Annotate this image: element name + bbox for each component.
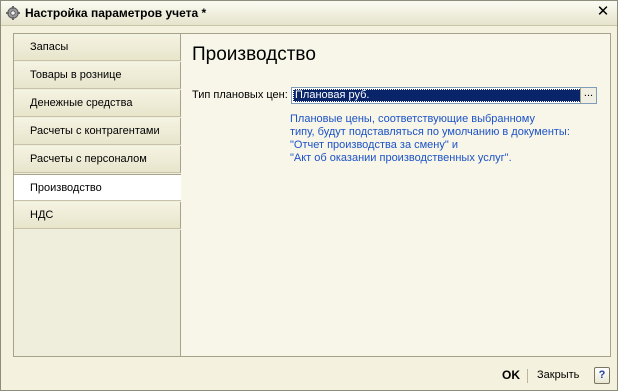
tab-list-filler [14, 230, 181, 356]
title-bar: Настройка параметров учета * ✕ [1, 1, 617, 26]
ok-button[interactable]: OK [502, 368, 520, 382]
price-type-label: Тип плановых цен: [192, 89, 288, 101]
hint-line: Плановые цены, соответствующие выбранном… [290, 113, 535, 125]
hint-line: типу, будут подставляться по умолчанию в… [290, 126, 570, 138]
hint-line: "Отчет производства за смену" и [290, 139, 458, 151]
bottom-bar: OK Закрыть ? [1, 360, 617, 390]
tab-raschety-s-personalom[interactable]: Расчеты с персоналом [14, 146, 181, 173]
tab-denezhnye-sredstva[interactable]: Денежные средства [14, 90, 181, 117]
button-separator [527, 369, 528, 383]
tab-nds[interactable]: НДС [14, 202, 181, 229]
page-title: Производство [192, 44, 316, 65]
settings-window: Настройка параметров учета * ✕ Запасы То… [0, 0, 618, 391]
close-icon[interactable]: ✕ [595, 4, 611, 20]
help-icon[interactable]: ? [594, 367, 610, 384]
tab-zapasy[interactable]: Запасы [14, 34, 181, 61]
tab-list: Запасы Товары в рознице Денежные средств… [14, 34, 182, 356]
tab-content: Производство Тип плановых цен: Плановая … [181, 34, 610, 356]
hint-text: Плановые цены, соответствующие выбранном… [290, 113, 590, 165]
hint-line: "Акт об оказании производственных услуг"… [290, 152, 512, 164]
price-type-value[interactable]: Плановая руб. [293, 89, 581, 102]
select-button[interactable]: ... [580, 88, 596, 103]
price-type-field[interactable]: Плановая руб. ... [291, 87, 597, 104]
close-button[interactable]: Закрыть [537, 369, 579, 381]
tab-raschety-s-kontragentami[interactable]: Расчеты с контрагентами [14, 118, 181, 145]
window-title: Настройка параметров учета * [25, 6, 207, 20]
settings-panel: Запасы Товары в рознице Денежные средств… [13, 33, 611, 357]
tab-proizvodstvo[interactable]: Производство [14, 174, 182, 201]
gear-icon [6, 6, 20, 20]
tab-tovary-v-roznice[interactable]: Товары в рознице [14, 62, 181, 89]
